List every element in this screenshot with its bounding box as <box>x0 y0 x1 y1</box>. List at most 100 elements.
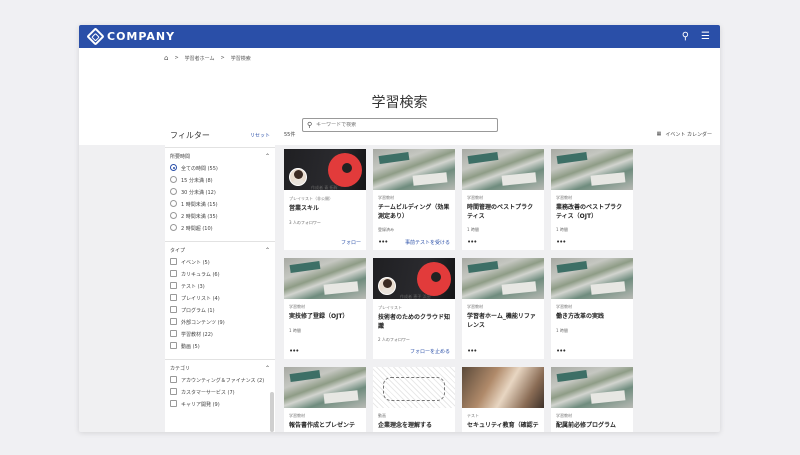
more-options-icon[interactable]: ••• <box>378 239 388 246</box>
card-title[interactable]: 配属前必修プログラム <box>556 422 628 431</box>
checkbox[interactable] <box>170 388 177 395</box>
card-thumbnail <box>284 258 366 299</box>
radio-button[interactable] <box>170 224 177 231</box>
card-thumbnail <box>373 367 455 408</box>
result-card[interactable]: 学習教材 時間管理のベストプラクティス 1 時間 ••• <box>462 149 544 250</box>
more-options-icon[interactable]: ••• <box>467 239 477 246</box>
checkbox-option[interactable]: プレイリスト (4) <box>170 294 270 307</box>
card-action-button[interactable]: フォローを止める <box>410 348 450 355</box>
card-title[interactable]: 報告書作成とプレゼンテ <box>289 422 361 431</box>
result-card[interactable]: 学習教材 業務改善のベストプラクティス（OJT） 1 時間 ••• <box>551 149 633 250</box>
card-body: 動画 企業理念を理解する <box>378 413 450 431</box>
company-logo[interactable]: COMPANY <box>86 27 175 46</box>
card-title[interactable]: セキュリティ教育（確認テ <box>467 422 539 431</box>
radio-option[interactable]: 2 時間超 (10) <box>170 224 270 237</box>
card-title[interactable]: 企業理念を理解する <box>378 422 450 431</box>
checkbox[interactable] <box>170 270 177 277</box>
chevron-up-icon[interactable]: ⌃ <box>265 247 270 254</box>
card-footer: フォローを止める <box>378 348 450 355</box>
more-options-icon[interactable]: ••• <box>289 348 299 355</box>
more-options-icon[interactable]: ••• <box>467 348 477 355</box>
result-card[interactable]: 動画 企業理念を理解する <box>373 367 455 432</box>
checkbox[interactable] <box>170 318 177 325</box>
checkbox[interactable] <box>170 282 177 289</box>
checkbox[interactable] <box>170 306 177 313</box>
checkbox[interactable] <box>170 294 177 301</box>
reset-link[interactable]: リセット <box>250 132 270 139</box>
breadcrumb-separator: > <box>220 55 225 61</box>
radio-option[interactable]: 全ての時間 (55) <box>170 164 270 177</box>
card-title[interactable]: 時間管理のベストプラクティス <box>467 204 539 221</box>
calendar-icon: ▦ <box>656 131 662 137</box>
radio-option[interactable]: 1 時間未満 (15) <box>170 200 270 213</box>
card-type: テスト <box>467 413 479 418</box>
card-title[interactable]: 実技修了登録（OJT） <box>289 313 361 322</box>
radio-option[interactable]: 30 分未満 (12) <box>170 188 270 201</box>
breadcrumb-item-learner-home[interactable]: 学習者ホーム <box>185 55 215 62</box>
result-card[interactable]: 学習教材 報告書作成とプレゼンテ <box>284 367 366 432</box>
checkbox-option[interactable]: 動画 (5) <box>170 342 270 355</box>
filter-section-title: カテゴリ <box>170 366 191 372</box>
checkbox[interactable] <box>170 342 177 349</box>
home-icon[interactable]: ⌂ <box>164 54 168 62</box>
radio-option[interactable]: 2 時間未満 (35) <box>170 212 270 225</box>
checkbox-option[interactable]: キャリア開発 (9) <box>170 400 270 413</box>
result-card[interactable]: 作成者 恵子 浜田 プレイリスト 技術者のためのクラウド知識 2 人のフォロワー フォロ… <box>373 258 455 359</box>
card-body: テストセキュリティ教育（確認テ <box>467 413 539 431</box>
chevron-up-icon[interactable]: ⌃ <box>265 365 270 372</box>
card-title[interactable]: 業務改善のベストプラクティス（OJT） <box>556 204 628 221</box>
filter-section-header[interactable]: カテゴリ ⌃ <box>170 365 270 372</box>
result-card[interactable]: 学習教材 配属前必修プログラム <box>551 367 633 432</box>
checkbox-option[interactable]: プログラム (1) <box>170 306 270 319</box>
card-title[interactable]: チームビルディング（効果測定あり） <box>378 204 450 221</box>
search-icon[interactable]: ⚲ <box>682 31 689 42</box>
event-calendar-link[interactable]: ▦ イベント カレンダー <box>657 131 712 138</box>
checkbox[interactable] <box>170 400 177 407</box>
result-card[interactable]: 学習教材 実技修了登録（OJT） 1 時間 ••• <box>284 258 366 359</box>
option-label: プログラム (1) <box>181 308 215 314</box>
option-label: アカウンティング＆ファイナンス (2) <box>181 378 265 384</box>
card-title[interactable]: 技術者のためのクラウド知識 <box>378 314 450 331</box>
checkbox-option[interactable]: 学習教材 (22) <box>170 330 270 343</box>
radio-button[interactable] <box>170 188 177 195</box>
hamburger-menu-icon[interactable]: ☰ <box>701 31 710 42</box>
checkbox-option[interactable]: カリキュラム (6) <box>170 270 270 283</box>
radio-button[interactable] <box>170 212 177 219</box>
radio-option[interactable]: 15 分未満 (8) <box>170 176 270 189</box>
option-label: 外部コンテンツ (9) <box>181 320 225 326</box>
result-card[interactable]: 学習教材 学習者ホーム_機能リファレンス ••• <box>462 258 544 359</box>
filter-section-header[interactable]: 所要時間 ⌃ <box>170 153 270 160</box>
checkbox[interactable] <box>170 258 177 265</box>
radio-button[interactable] <box>170 200 177 207</box>
chevron-up-icon[interactable]: ⌃ <box>265 153 270 160</box>
filter-scrollbar[interactable] <box>270 392 274 432</box>
option-label: カスタマーサービス (7) <box>181 390 235 396</box>
card-type: 学習教材 <box>556 304 572 309</box>
filter-section-header[interactable]: タイプ ⌃ <box>170 247 270 254</box>
result-card[interactable]: 学習教材 働き方改革の実践 1 時間 ••• <box>551 258 633 359</box>
checkbox[interactable] <box>170 330 177 337</box>
result-card[interactable]: テストセキュリティ教育（確認テ <box>462 367 544 432</box>
checkbox-option[interactable]: アカウンティング＆ファイナンス (2) <box>170 376 270 389</box>
card-meta: 1 時間 <box>289 327 301 333</box>
filter-section: タイプ ⌃ イベント (5) カリキュラム (6) テスト (3) プレイリスト (4) プ… <box>165 241 275 359</box>
result-card[interactable]: 作成者 青 拓幹 プレイリスト（非公開） 営業スキル 3 人のフォロワー フォロー <box>284 149 366 250</box>
card-thumbnail <box>462 258 544 299</box>
card-thumbnail <box>284 367 366 408</box>
filter-section: 所要時間 ⌃ 全ての時間 (55) 15 分未満 (8) 30 分未満 (12) 1 時間… <box>165 147 275 241</box>
checkbox-option[interactable]: テスト (3) <box>170 282 270 295</box>
card-action-button[interactable]: 事前テストを受ける <box>405 239 450 246</box>
card-title[interactable]: 学習者ホーム_機能リファレンス <box>467 313 539 330</box>
checkbox-option[interactable]: イベント (5) <box>170 258 270 271</box>
card-title[interactable]: 働き方改革の実践 <box>556 313 628 322</box>
more-options-icon[interactable]: ••• <box>556 239 566 246</box>
checkbox-option[interactable]: カスタマーサービス (7) <box>170 388 270 401</box>
checkbox[interactable] <box>170 376 177 383</box>
card-action-button[interactable]: フォロー <box>341 239 361 246</box>
more-options-icon[interactable]: ••• <box>556 348 566 355</box>
radio-button[interactable] <box>170 164 177 171</box>
radio-button[interactable] <box>170 176 177 183</box>
card-title[interactable]: 営業スキル <box>289 205 361 214</box>
result-card[interactable]: 学習教材 チームビルディング（効果測定あり） 登録済み ••• 事前テストを受ける <box>373 149 455 250</box>
checkbox-option[interactable]: 外部コンテンツ (9) <box>170 318 270 331</box>
